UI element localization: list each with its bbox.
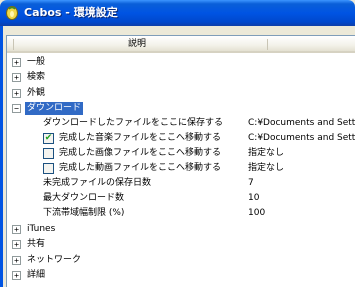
category-label: 一般 — [27, 57, 46, 67]
expand-icon[interactable]: + — [12, 58, 21, 67]
setting-value[interactable]: C:¥Documents and Settings — [248, 132, 355, 145]
category-label: 検索 — [27, 72, 46, 82]
setting-label: 完成した画像ファイルをここへ移動する — [59, 148, 222, 158]
collapse-icon[interactable]: − — [12, 104, 21, 113]
setting-label: 完成した音楽ファイルをここへ移動する — [59, 133, 222, 143]
setting-row-move-videos[interactable]: 完成した動画ファイルをここへ移動する 指定なし — [7, 162, 355, 175]
expand-icon[interactable]: + — [12, 256, 21, 265]
category-label: 詳細 — [27, 270, 46, 280]
window-title: Cabos - 環境設定 — [24, 6, 118, 19]
setting-row-move-images[interactable]: 完成した画像ファイルをここへ移動する 指定なし — [7, 147, 355, 160]
expand-icon[interactable]: + — [12, 240, 21, 249]
category-search[interactable]: + 検索 — [7, 71, 355, 84]
grid-header: 説明 — [7, 36, 355, 53]
expand-icon[interactable]: + — [12, 73, 21, 82]
category-label: 外観 — [27, 88, 46, 98]
category-label: 共有 — [27, 239, 46, 249]
setting-label: 完成した動画ファイルをここへ移動する — [59, 163, 222, 173]
expand-icon[interactable]: + — [12, 89, 21, 98]
category-network[interactable]: + ネットワーク — [7, 254, 355, 267]
setting-value[interactable]: 10 — [248, 192, 259, 205]
checkbox-unchecked-icon[interactable] — [43, 148, 54, 159]
header-divider[interactable] — [267, 39, 268, 50]
setting-row-incomplete-days[interactable]: 未完成ファイルの保存日数 7 — [7, 177, 355, 190]
setting-value[interactable]: 指定なし — [248, 162, 284, 175]
category-appearance[interactable]: + 外観 — [7, 87, 355, 100]
setting-row-bandwidth-limit[interactable]: 下流帯域幅制限 (%) 100 — [7, 207, 355, 220]
title-bar[interactable]: Cabos - 環境設定 — [0, 0, 355, 26]
expand-icon[interactable]: + — [12, 271, 21, 280]
setting-row-max-downloads[interactable]: 最大ダウンロード数 10 — [7, 192, 355, 205]
category-download[interactable]: − ダウンロード — [7, 102, 355, 115]
setting-value[interactable]: 指定なし — [248, 147, 284, 160]
setting-label: ダウンロードしたファイルをここに保存する — [43, 118, 224, 128]
expand-icon[interactable]: + — [12, 225, 21, 234]
category-label: ネットワーク — [27, 255, 82, 265]
category-label: iTunes — [27, 224, 56, 234]
category-sharing[interactable]: + 共有 — [7, 238, 355, 251]
setting-value[interactable]: 7 — [248, 177, 254, 190]
setting-label: 下流帯域幅制限 (%) — [43, 208, 125, 218]
checkbox-checked-icon[interactable]: ✔ — [43, 133, 54, 144]
description-column-header[interactable]: 説明 — [7, 36, 267, 52]
category-general[interactable]: + 一般 — [7, 56, 355, 69]
setting-value[interactable]: C:¥Documents and Settings — [248, 117, 355, 130]
setting-row-save-folder[interactable]: ダウンロードしたファイルをここに保存する C:¥Documents and Se… — [7, 117, 355, 130]
checkbox-unchecked-icon[interactable] — [43, 163, 54, 174]
category-advanced[interactable]: + 詳細 — [7, 269, 355, 282]
category-itunes[interactable]: + iTunes — [7, 223, 355, 236]
setting-row-move-music[interactable]: ✔ 完成した音楽ファイルをここへ移動する C:¥Documents and Se… — [7, 132, 355, 145]
setting-label: 最大ダウンロード数 — [43, 193, 125, 203]
settings-property-grid[interactable]: 説明 + 一般 + 検索 + 外観 − ダウンロード ダウンロードしたファイルを… — [6, 35, 355, 287]
cabos-app-icon — [6, 6, 18, 20]
setting-label: 未完成ファイルの保存日数 — [43, 178, 152, 188]
category-label: ダウンロード — [25, 102, 84, 115]
setting-value[interactable]: 100 — [248, 207, 265, 220]
